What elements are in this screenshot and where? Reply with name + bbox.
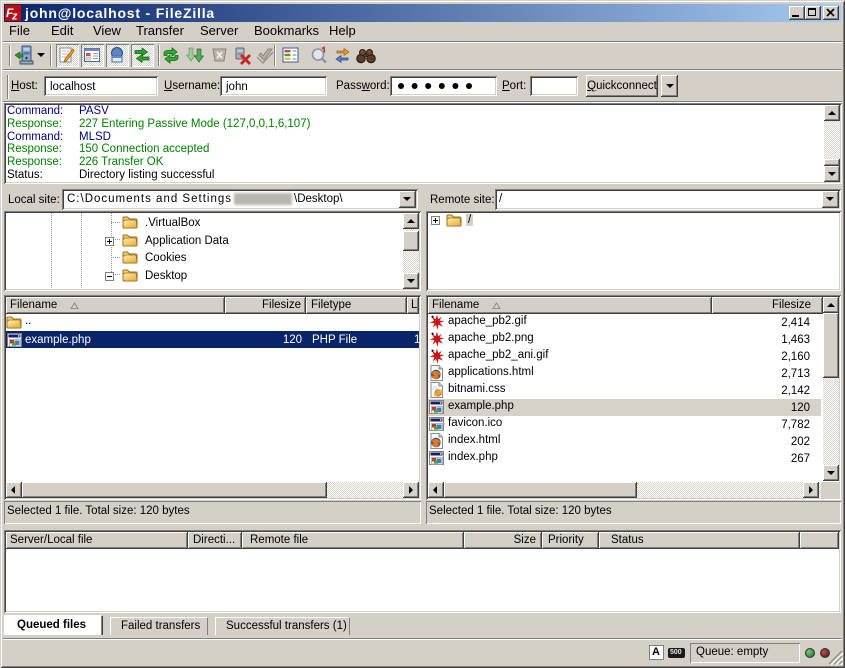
svg-text:z: z <box>11 11 18 22</box>
